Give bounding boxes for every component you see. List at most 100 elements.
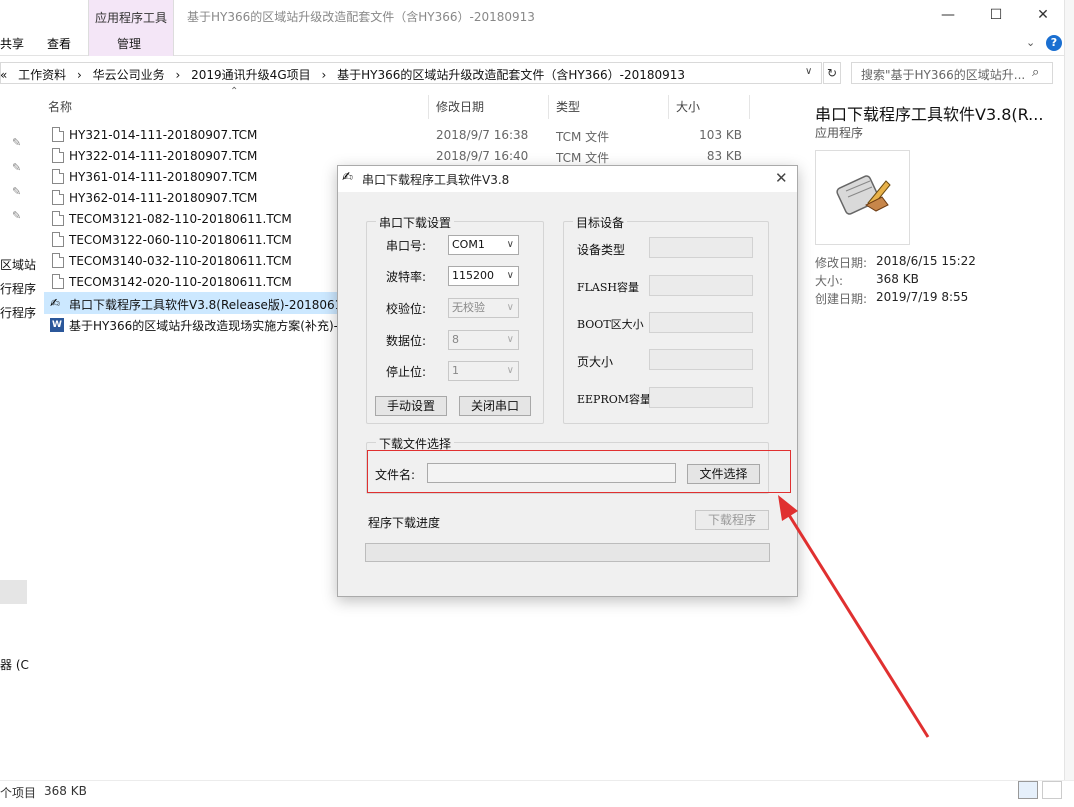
- chevron-down-icon: ∨: [506, 302, 514, 313]
- breadcrumb-separator-icon[interactable]: ›: [77, 68, 82, 82]
- maximize-button[interactable]: ☐: [973, 4, 1019, 26]
- file-name[interactable]: HY362-014-111-20180907.TCM: [69, 191, 257, 205]
- preview-title: 串口下载程序工具软件V3.8(R...: [815, 105, 1044, 124]
- file-name[interactable]: 串口下载程序工具软件V3.8(Release版)-20180615: [69, 296, 341, 313]
- breadcrumb-item[interactable]: 华云公司业务: [93, 68, 165, 82]
- minimize-button[interactable]: —: [925, 4, 971, 26]
- file-name[interactable]: 基于HY366的区域站升级改造现场实施方案(补充)-2: [69, 317, 341, 334]
- nav-item[interactable]: 行程序: [0, 280, 36, 297]
- search-placeholder[interactable]: 搜索"基于HY366的区域站升...: [861, 66, 1026, 83]
- file-name[interactable]: HY322-014-111-20180907.TCM: [69, 149, 257, 163]
- pin-icon: ✎: [12, 136, 22, 149]
- breadcrumb-item[interactable]: 工作资料: [18, 68, 66, 82]
- status-item-count: 个项目: [0, 786, 37, 800]
- download-progress-bar: [365, 543, 770, 562]
- parity-select[interactable]: 无校验 ∨: [448, 298, 519, 318]
- file-icon: [52, 148, 64, 163]
- tab-share[interactable]: 共享: [0, 35, 24, 52]
- breadcrumb-item[interactable]: 基于HY366的区域站升级改造配套文件（含HY366）-20180913: [337, 68, 685, 82]
- dialog-close-button[interactable]: ✕: [775, 169, 788, 187]
- file-icon: [52, 190, 64, 205]
- baud-value: 115200: [452, 269, 494, 282]
- pin-icon: ✎: [12, 185, 22, 198]
- help-icon[interactable]: ?: [1046, 35, 1062, 51]
- refresh-icon[interactable]: ↻: [823, 62, 841, 84]
- address-dropdown-icon[interactable]: ∨: [805, 66, 812, 77]
- file-icon: [52, 169, 64, 184]
- preview-property-label: 大小:: [815, 274, 844, 288]
- column-divider[interactable]: [548, 95, 549, 119]
- file-icon: [52, 274, 64, 289]
- application-icon: ✍: [50, 296, 61, 310]
- application-icon: ✍: [342, 170, 353, 185]
- pin-icon: ✎: [12, 161, 22, 174]
- nav-item[interactable]: 器 (C: [0, 656, 29, 673]
- nav-item-selected[interactable]: [0, 580, 27, 604]
- download-button[interactable]: 下载程序: [695, 510, 769, 530]
- tab-manage[interactable]: 管理: [117, 35, 141, 52]
- breadcrumb-separator-icon[interactable]: ›: [321, 68, 326, 82]
- chevron-down-icon: ∨: [506, 239, 514, 250]
- stopbits-select[interactable]: 1 ∨: [448, 361, 519, 381]
- file-icon: [52, 211, 64, 226]
- annotation-arrow: [778, 495, 930, 738]
- column-divider[interactable]: [668, 95, 669, 119]
- column-divider[interactable]: [749, 95, 750, 119]
- device-type-field: [649, 237, 753, 258]
- close-window-button[interactable]: ✕: [1020, 4, 1066, 26]
- column-divider[interactable]: [428, 95, 429, 119]
- vertical-scrollbar[interactable]: [1064, 0, 1074, 780]
- column-header-name[interactable]: 名称: [48, 98, 72, 115]
- breadcrumb[interactable]: « 工作资料 › 华云公司业务 › 2019通讯升级4G项目 › 基于HY366…: [0, 66, 810, 83]
- breadcrumb-item[interactable]: 2019通讯升级4G项目: [191, 68, 310, 82]
- search-icon[interactable]: ⌕: [1032, 65, 1039, 80]
- port-value: COM1: [452, 238, 485, 251]
- file-date: 2018/9/7 16:38: [436, 128, 529, 142]
- port-select[interactable]: COM1 ∨: [448, 235, 519, 255]
- device-type-label: 设备类型: [577, 243, 626, 257]
- file-name[interactable]: TECOM3140-032-110-20180611.TCM: [69, 254, 292, 268]
- manual-settings-button[interactable]: 手动设置: [375, 396, 447, 416]
- details-view-icon[interactable]: [1018, 781, 1038, 799]
- column-header-date[interactable]: 修改日期: [436, 98, 484, 115]
- nav-item[interactable]: 行程序: [0, 304, 36, 321]
- file-name[interactable]: TECOM3121-082-110-20180611.TCM: [69, 212, 292, 226]
- file-size: 103 KB: [699, 128, 742, 142]
- file-name[interactable]: HY361-014-111-20180907.TCM: [69, 170, 257, 184]
- nav-item[interactable]: 区域站: [0, 256, 36, 273]
- arrow-head: [778, 495, 798, 521]
- databits-value: 8: [452, 333, 459, 346]
- dialog-title: 串口下载程序工具软件V3.8: [362, 173, 510, 187]
- databits-select[interactable]: 8 ∨: [448, 330, 519, 350]
- thumbnail-view-icon[interactable]: [1042, 781, 1062, 799]
- page-size-field: [649, 349, 753, 370]
- file-type: TCM 文件: [556, 130, 610, 144]
- preview-property-value: 2019/7/19 8:55: [876, 290, 969, 304]
- back-chevron-icon[interactable]: «: [0, 68, 7, 82]
- preview-property-label: 修改日期:: [815, 256, 868, 270]
- tab-view[interactable]: 查看: [47, 35, 71, 52]
- file-type: TCM 文件: [556, 151, 610, 165]
- close-port-button[interactable]: 关闭串口: [459, 396, 531, 416]
- parity-value: 无校验: [452, 301, 485, 314]
- parity-label: 校验位:: [386, 302, 427, 316]
- baud-select[interactable]: 115200 ∨: [448, 266, 519, 286]
- file-name[interactable]: TECOM3122-060-110-20180611.TCM: [69, 233, 292, 247]
- preview-subtitle: 应用程序: [815, 126, 864, 140]
- file-name[interactable]: HY321-014-111-20180907.TCM: [69, 128, 257, 142]
- page-size-label: 页大小: [577, 355, 614, 369]
- column-header-type[interactable]: 类型: [556, 98, 580, 115]
- status-size: 368 KB: [44, 784, 87, 798]
- context-tab-label[interactable]: 应用程序工具: [95, 9, 167, 26]
- file-name[interactable]: TECOM3142-020-110-20180611.TCM: [69, 275, 292, 289]
- column-header-size[interactable]: 大小: [676, 98, 700, 115]
- preview-property-value: 2018/6/15 15:22: [876, 254, 976, 268]
- status-bar: [0, 780, 1074, 807]
- baud-label: 波特率:: [386, 270, 427, 284]
- window-title: 基于HY366的区域站升级改造配套文件（含HY366）-20180913: [187, 10, 535, 24]
- breadcrumb-separator-icon[interactable]: ›: [176, 68, 181, 82]
- highlight-box: [367, 450, 791, 493]
- file-date: 2018/9/7 16:40: [436, 149, 529, 163]
- ribbon-collapse-icon[interactable]: ⌄: [1026, 36, 1035, 49]
- boot-size-field: [649, 312, 753, 333]
